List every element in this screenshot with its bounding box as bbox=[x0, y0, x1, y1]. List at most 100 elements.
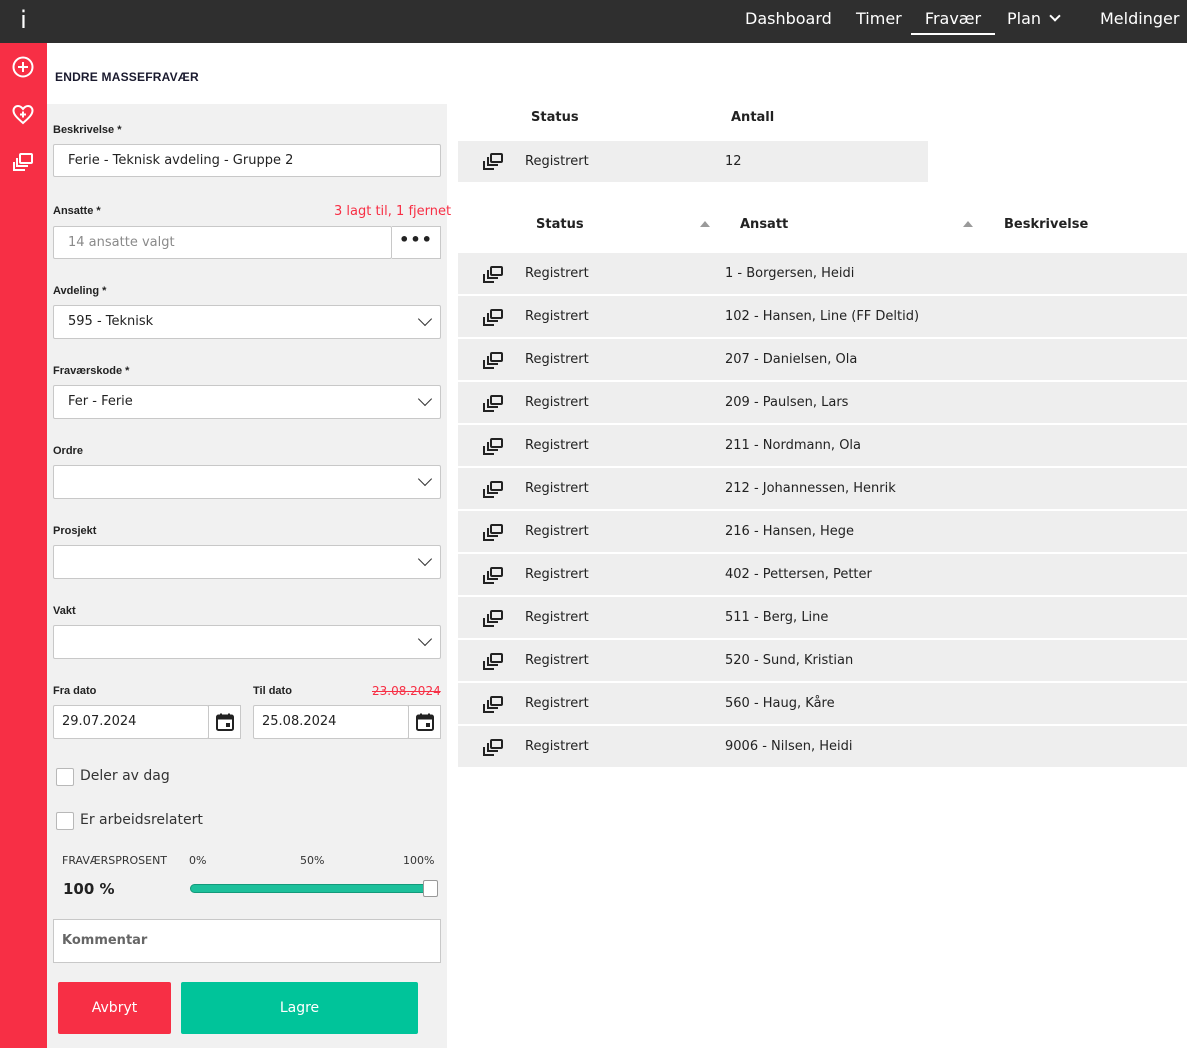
avdeling-label: Avdeling * bbox=[53, 285, 107, 297]
summary-count: 12 bbox=[725, 154, 742, 169]
chevron-down-icon bbox=[417, 551, 433, 567]
til-dato-label: Til dato bbox=[253, 685, 292, 697]
stack-icon bbox=[483, 153, 503, 170]
fra-dato-label: Fra dato bbox=[53, 685, 97, 697]
table-header-beskrivelse[interactable]: Beskrivelse bbox=[1004, 217, 1088, 232]
stack-icon[interactable] bbox=[11, 151, 35, 175]
chevron-down-icon bbox=[417, 631, 433, 647]
slider-scale-mid: 50% bbox=[300, 854, 325, 867]
stack-icon bbox=[483, 395, 503, 412]
ansatte-field[interactable]: 14 ansatte valgt bbox=[53, 226, 392, 259]
row-status: Registrert bbox=[525, 395, 589, 410]
arbeidsrelatert-label: Er arbeidsrelatert bbox=[80, 812, 203, 828]
stack-icon bbox=[483, 696, 503, 713]
stack-icon bbox=[483, 567, 503, 584]
fravaersprosent-value: 100 % bbox=[63, 880, 115, 898]
avdeling-select[interactable]: 595 - Teknisk bbox=[53, 305, 441, 339]
row-ansatt: 9006 - Nilsen, Heidi bbox=[725, 739, 853, 754]
chevron-down-icon bbox=[1049, 10, 1061, 22]
nav-dashboard[interactable]: Dashboard bbox=[745, 0, 832, 43]
til-dato-input[interactable]: 25.08.2024 bbox=[253, 705, 409, 739]
beskrivelse-input[interactable]: Ferie - Teknisk avdeling - Gruppe 2 bbox=[53, 144, 441, 177]
save-button[interactable]: Lagre bbox=[181, 982, 418, 1034]
chevron-down-icon bbox=[417, 391, 433, 407]
beskrivelse-label: Beskrivelse * bbox=[53, 124, 122, 136]
fra-dato-input[interactable]: 29.07.2024 bbox=[53, 705, 209, 739]
fra-dato-calendar-button[interactable] bbox=[208, 705, 241, 739]
fravaersprosent-label: FRAVÆRSPROSENT bbox=[62, 854, 168, 867]
row-ansatt: 209 - Paulsen, Lars bbox=[725, 395, 849, 410]
row-status: Registrert bbox=[525, 524, 589, 539]
row-ansatt: 211 - Nordmann, Ola bbox=[725, 438, 861, 453]
ansatte-more-button[interactable]: ••• bbox=[392, 226, 441, 259]
stack-icon bbox=[483, 309, 503, 326]
row-ansatt: 212 - Johannessen, Henrik bbox=[725, 481, 896, 496]
ordre-select[interactable] bbox=[53, 465, 441, 499]
til-dato-calendar-button[interactable] bbox=[408, 705, 441, 739]
row-ansatt: 511 - Berg, Line bbox=[725, 610, 829, 625]
row-status: Registrert bbox=[525, 653, 589, 668]
sidebar bbox=[0, 43, 47, 1048]
ansatte-label: Ansatte * bbox=[53, 205, 101, 217]
stack-icon bbox=[483, 653, 503, 670]
prosjekt-select[interactable] bbox=[53, 545, 441, 579]
nav-plan-label: Plan bbox=[1007, 9, 1042, 28]
top-navigation-bar: i Dashboard Timer Fravær Plan Meldinger bbox=[0, 0, 1187, 43]
deler-av-dag-checkbox[interactable] bbox=[56, 768, 74, 786]
fravaerskode-value: Fer - Ferie bbox=[68, 394, 133, 409]
row-ansatt: 216 - Hansen, Hege bbox=[725, 524, 855, 539]
ordre-label: Ordre bbox=[53, 445, 83, 457]
row-status: Registrert bbox=[525, 352, 589, 367]
sort-asc-icon[interactable] bbox=[963, 221, 973, 227]
page-title: ENDRE MASSEFRAVÆR bbox=[55, 70, 199, 84]
row-ansatt: 102 - Hansen, Line (FF Deltid) bbox=[725, 309, 920, 324]
calendar-icon bbox=[216, 713, 234, 731]
row-ansatt: 520 - Sund, Kristian bbox=[725, 653, 854, 668]
slider-scale-max: 100% bbox=[403, 854, 435, 867]
row-status: Registrert bbox=[525, 610, 589, 625]
vakt-select[interactable] bbox=[53, 625, 441, 659]
stack-icon bbox=[483, 524, 503, 541]
chevron-down-icon bbox=[417, 311, 433, 327]
deler-av-dag-label: Deler av dag bbox=[80, 768, 170, 784]
summary-header-status: Status bbox=[531, 110, 579, 125]
row-status: Registrert bbox=[525, 266, 589, 281]
fravaerskode-select[interactable]: Fer - Ferie bbox=[53, 385, 441, 419]
stack-icon bbox=[483, 266, 503, 283]
row-status: Registrert bbox=[525, 309, 589, 324]
slider-scale-min: 0% bbox=[189, 854, 207, 867]
calendar-icon bbox=[416, 713, 434, 731]
arbeidsrelatert-checkbox[interactable] bbox=[56, 812, 74, 830]
fravaersprosent-slider-track[interactable] bbox=[190, 884, 434, 893]
vakt-label: Vakt bbox=[53, 605, 76, 617]
nav-plan[interactable]: Plan bbox=[1007, 0, 1061, 43]
stack-icon bbox=[483, 352, 503, 369]
heart-plus-icon[interactable] bbox=[11, 103, 35, 127]
row-status: Registrert bbox=[525, 481, 589, 496]
app-logo[interactable]: i bbox=[0, 0, 47, 43]
nav-fravaer[interactable]: Fravær bbox=[911, 0, 995, 43]
plus-circle-icon[interactable] bbox=[11, 55, 35, 79]
stack-icon bbox=[483, 739, 503, 756]
cancel-button[interactable]: Avbryt bbox=[58, 982, 171, 1034]
fravaerskode-label: Fraværskode * bbox=[53, 365, 130, 377]
stack-icon bbox=[483, 610, 503, 627]
prosjekt-label: Prosjekt bbox=[53, 525, 97, 537]
ansatte-change-note: 3 lagt til, 1 fjernet bbox=[334, 204, 452, 219]
summary-header-antall: Antall bbox=[731, 110, 775, 125]
row-status: Registrert bbox=[525, 567, 589, 582]
sort-asc-icon[interactable] bbox=[700, 221, 710, 227]
row-ansatt: 1 - Borgersen, Heidi bbox=[725, 266, 855, 281]
fravaersprosent-slider-thumb[interactable] bbox=[423, 880, 438, 897]
row-status: Registrert bbox=[525, 438, 589, 453]
row-status: Registrert bbox=[525, 739, 589, 754]
avdeling-value: 595 - Teknisk bbox=[68, 314, 154, 329]
til-dato-old-value: 23.08.2024 bbox=[372, 684, 441, 698]
kommentar-field[interactable]: Kommentar bbox=[53, 919, 441, 963]
nav-timer[interactable]: Timer bbox=[856, 0, 902, 43]
table-header-ansatt[interactable]: Ansatt bbox=[740, 217, 788, 232]
chevron-down-icon bbox=[417, 471, 433, 487]
stack-icon bbox=[483, 438, 503, 455]
table-header-status[interactable]: Status bbox=[536, 217, 584, 232]
nav-meldinger[interactable]: Meldinger bbox=[1100, 0, 1179, 43]
